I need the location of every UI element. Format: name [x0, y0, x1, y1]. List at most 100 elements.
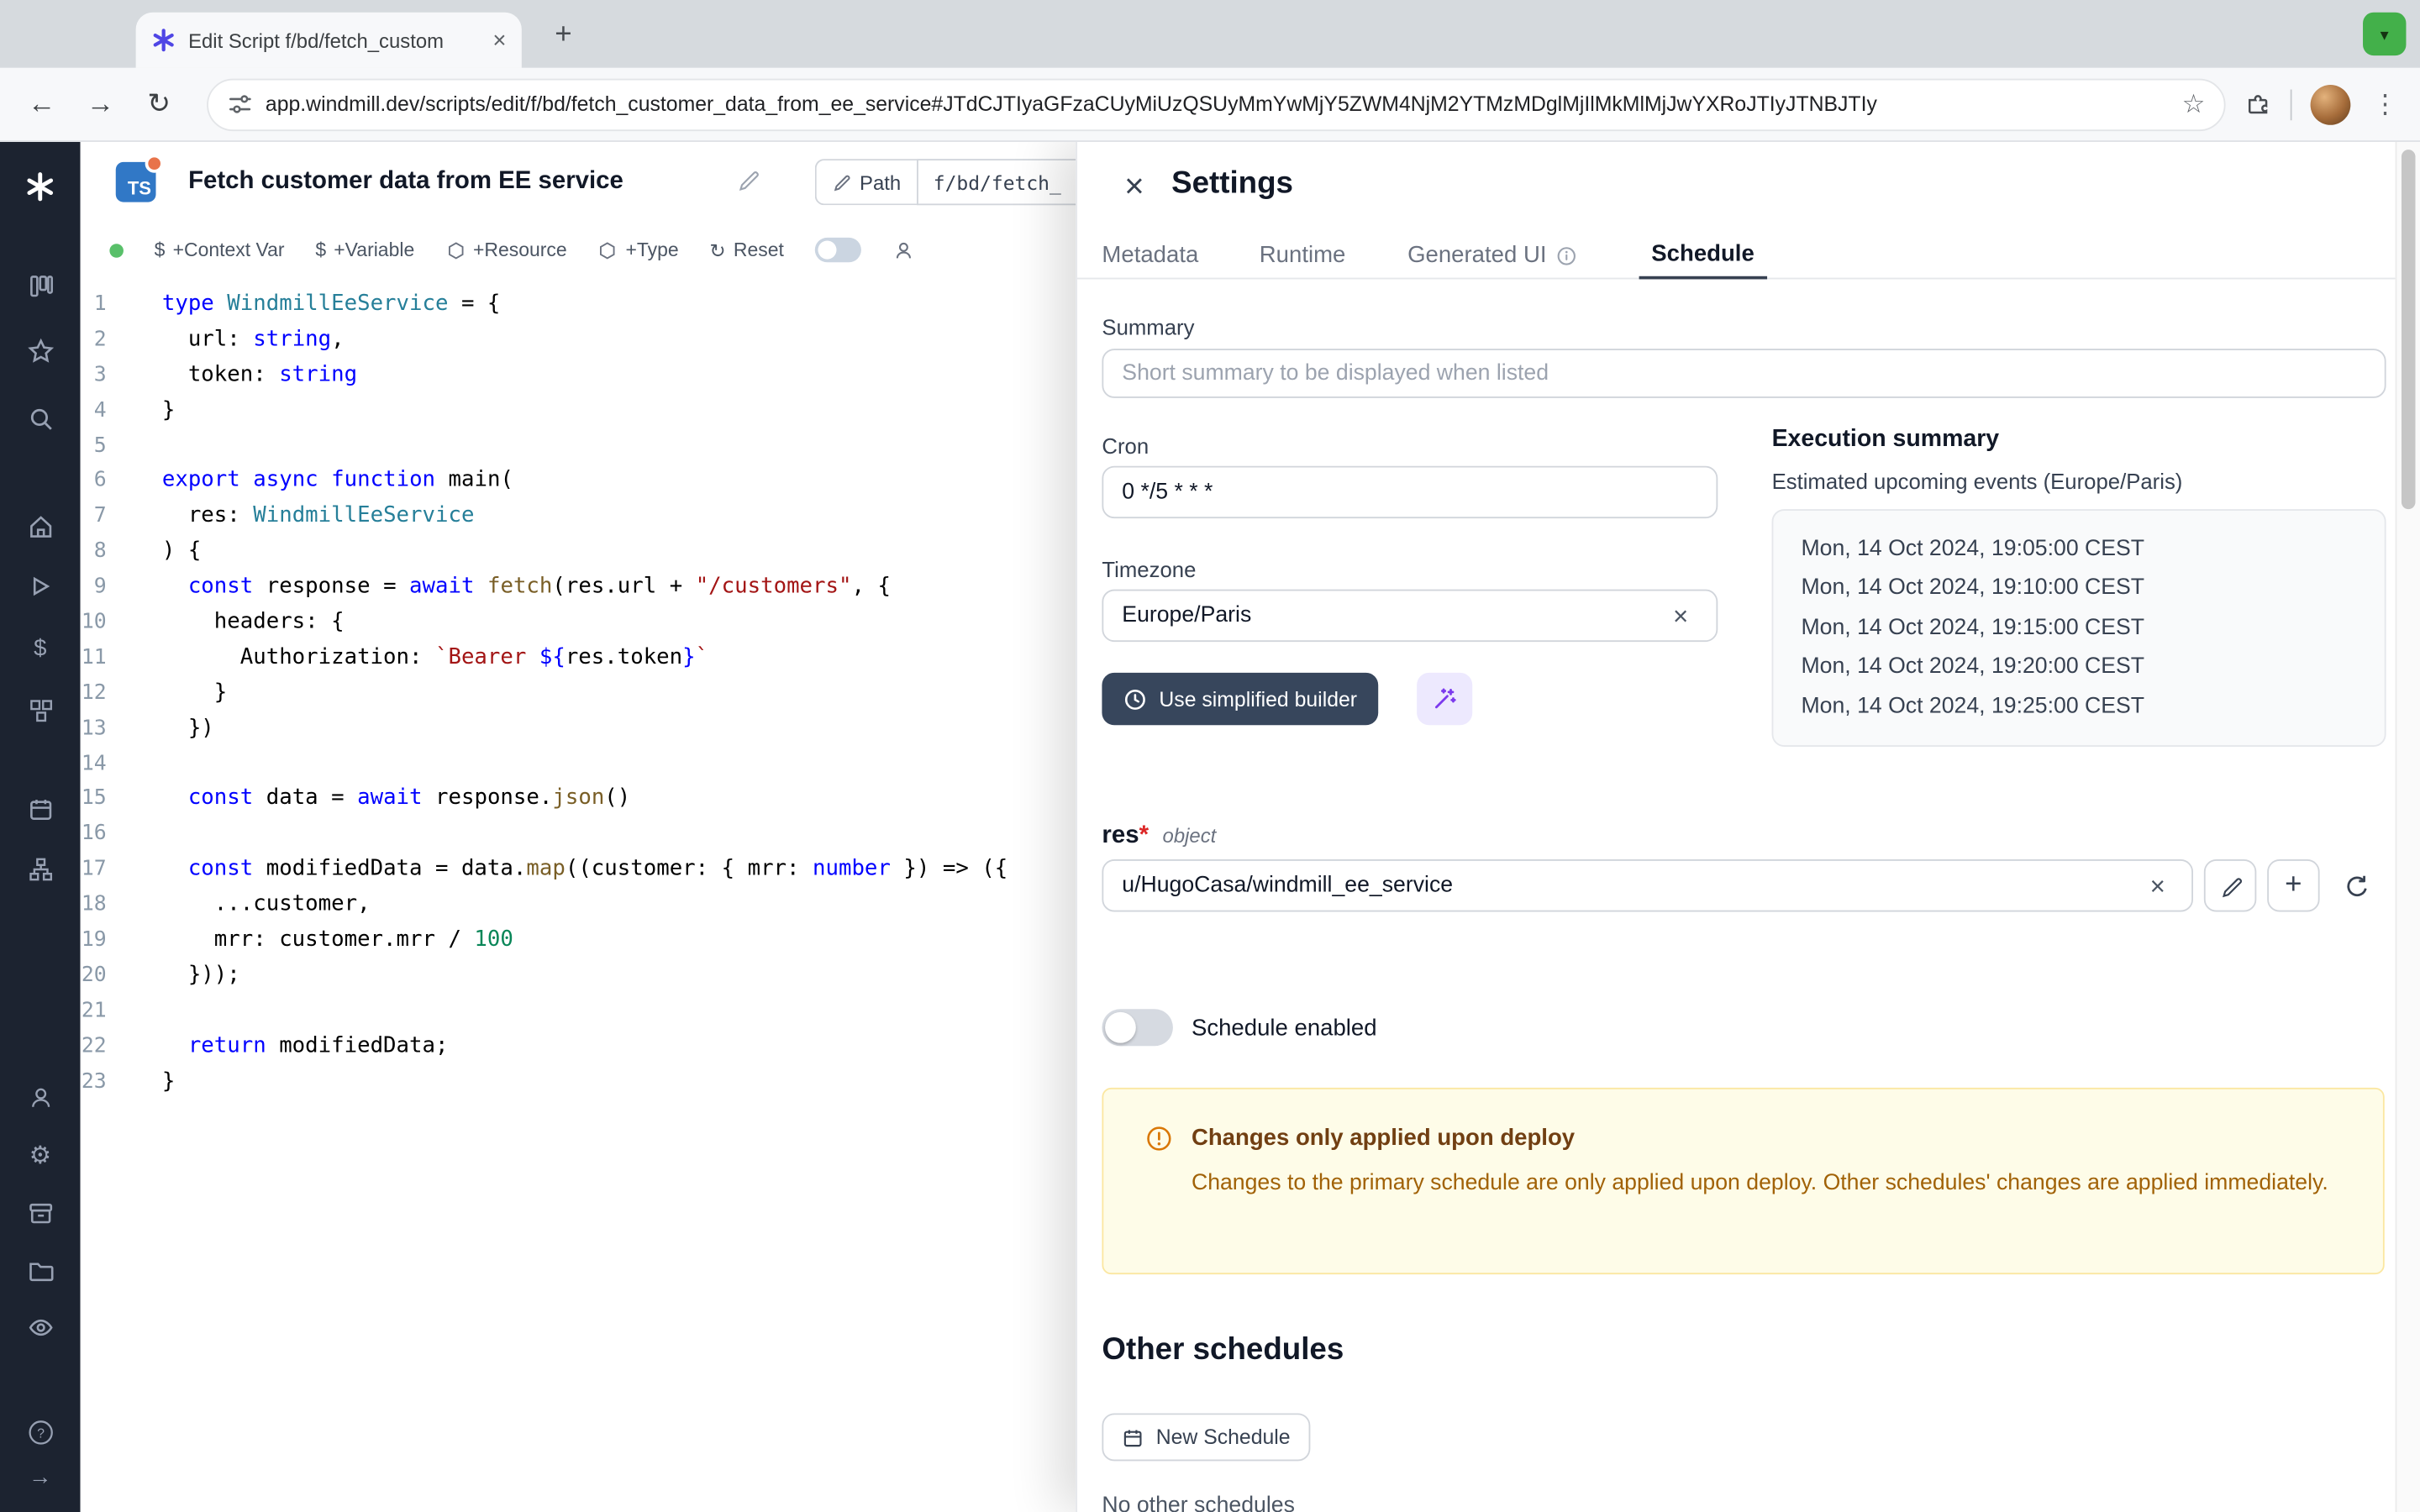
clear-resource-icon[interactable]: × [2150, 874, 2165, 900]
deploy-warning-box: Changes only applied upon deploy Changes… [1102, 1088, 2384, 1274]
resource-input[interactable] [1102, 859, 2193, 911]
url-input[interactable] [266, 92, 2170, 116]
events-list: Mon, 14 Oct 2024, 19:05:00 CEST Mon, 14 O… [1801, 531, 2356, 727]
res-field-label: res*object [1102, 822, 1216, 850]
gear-icon: ⚙ [29, 1140, 51, 1171]
add-context-var-button[interactable]: $ +Context Var [155, 239, 285, 261]
sidebar-item-settings[interactable]: ⚙ [0, 1136, 81, 1176]
hexagon-icon [445, 240, 466, 260]
edit-path-pencil-icon [832, 173, 850, 192]
page-scrollbar [2396, 142, 2420, 1512]
warning-body: Changes to the primary schedule are only… [1192, 1167, 2346, 1200]
extensions-puzzle-icon[interactable] [2244, 90, 2272, 118]
refresh-resource-button[interactable] [2330, 859, 2382, 911]
timezone-label: Timezone [1102, 557, 1196, 581]
pencil-icon [2218, 874, 2242, 898]
ai-wand-button[interactable] [1417, 673, 1472, 725]
dollar-icon: $ [34, 635, 46, 661]
editor-assistant-toggle[interactable] [815, 238, 861, 262]
back-button[interactable]: ← [13, 88, 71, 121]
browser-tabstrip: Edit Script f/bd/fetch_custom × + ▾ [0, 0, 2420, 68]
forward-button[interactable]: → [71, 88, 129, 121]
sidebar-item-home[interactable] [0, 506, 81, 546]
windmill-favicon [151, 28, 176, 52]
summary-label: Summary [1102, 315, 1194, 339]
clock-icon [1123, 687, 1147, 711]
schedule-enabled-toggle[interactable] [1102, 1009, 1172, 1046]
bookmark-star-icon[interactable]: ☆ [2182, 89, 2206, 120]
sidebar-item-variables[interactable]: $ [0, 628, 81, 669]
dollar-icon: $ [315, 239, 326, 261]
windmill-app: $ [0, 142, 2420, 1512]
event-row: Mon, 14 Oct 2024, 19:25:00 CEST [1801, 687, 2356, 727]
event-row: Mon, 14 Oct 2024, 19:20:00 CEST [1801, 648, 2356, 688]
address-bar[interactable]: ☆ [207, 78, 2225, 130]
add-resource-button-panel[interactable]: + [2267, 859, 2319, 911]
sidebar-item-help[interactable]: ? [0, 1412, 81, 1452]
tab-close-icon[interactable]: × [492, 29, 506, 52]
site-settings-icon[interactable] [227, 91, 253, 117]
sidebar-item-workers[interactable] [0, 1193, 81, 1233]
sidebar-item-folders[interactable] [0, 1250, 81, 1290]
runtime-badge-icon [145, 155, 164, 173]
sidebar-item-resources[interactable] [0, 690, 81, 730]
typescript-badge: TS [116, 162, 156, 202]
path-label: Path [860, 171, 901, 194]
timezone-input[interactable] [1102, 590, 1718, 642]
edit-title-pencil-icon[interactable] [736, 168, 760, 192]
upcoming-events-box: Mon, 14 Oct 2024, 19:05:00 CEST Mon, 14 O… [1772, 509, 2386, 747]
arrow-right-icon: → [29, 1463, 52, 1489]
edit-resource-button[interactable] [2204, 859, 2256, 911]
reload-button[interactable]: ↻ [129, 88, 188, 121]
close-settings-button[interactable]: × [1114, 166, 1155, 207]
scrollbar-thumb[interactable] [2402, 150, 2416, 509]
sidebar-item-favorites[interactable] [0, 330, 81, 370]
script-title: Fetch customer data from EE service [188, 168, 623, 196]
no-other-schedules-text: No other schedules [1102, 1494, 1294, 1512]
extension-badge[interactable]: ▾ [2363, 13, 2406, 55]
sidebar-item-account[interactable] [0, 1077, 81, 1117]
add-type-button[interactable]: +Type [597, 239, 678, 261]
new-schedule-button[interactable]: New Schedule [1102, 1413, 1310, 1461]
profile-avatar[interactable] [2311, 84, 2351, 124]
cron-label: Cron [1102, 433, 1149, 458]
cron-input[interactable] [1102, 466, 1718, 518]
add-variable-button[interactable]: $ +Variable [315, 239, 414, 261]
tab-metadata[interactable]: Metadata [1102, 232, 1198, 280]
event-row: Mon, 14 Oct 2024, 19:05:00 CEST [1801, 531, 2356, 570]
res-type-label: object [1163, 824, 1217, 848]
tab-generated-ui[interactable]: Generated UI [1407, 232, 1577, 280]
schedule-enabled-label: Schedule enabled [1192, 1016, 1377, 1042]
simplified-builder-button[interactable]: Use simplified builder [1102, 673, 1378, 725]
browser-toolbar: ← → ↻ ☆ ⋮ [0, 68, 2420, 142]
sidebar-item-schedules[interactable] [0, 789, 81, 829]
browser-menu-icon[interactable]: ⋮ [2369, 89, 2402, 120]
settings-title: Settings [1171, 166, 1293, 202]
sidebar-item-audit-logs[interactable] [0, 1307, 81, 1347]
execution-summary-subtitle: Estimated upcoming events (Europe/Paris) [1772, 469, 2183, 493]
sidebar-item-flows[interactable] [0, 848, 81, 889]
sidebar-collapse-icon[interactable]: → [0, 1457, 81, 1497]
summary-input[interactable] [1102, 349, 2386, 398]
hexagon-icon [597, 240, 618, 260]
app-sidebar: $ [0, 142, 81, 1512]
tab-title: Edit Script f/bd/fetch_custom [188, 29, 481, 52]
tab-runtime[interactable]: Runtime [1260, 232, 1346, 280]
reset-icon: ↻ [709, 239, 725, 262]
dollar-icon: $ [155, 239, 166, 261]
deploy-status-dot [109, 243, 124, 257]
windmill-logo-icon[interactable] [0, 166, 81, 207]
clear-timezone-icon[interactable]: × [1673, 603, 1688, 629]
settings-panel: × Settings Metadata Runtime Generated UI… [1076, 142, 2395, 1512]
required-asterisk: * [1139, 822, 1149, 848]
toolbar-divider [2291, 89, 2292, 120]
tab-schedule[interactable]: Schedule [1639, 232, 1767, 280]
add-resource-button[interactable]: +Resource [445, 239, 567, 261]
warning-icon [1145, 1125, 1173, 1152]
sidebar-item-search[interactable] [0, 398, 81, 438]
sidebar-item-apps[interactable] [0, 265, 81, 306]
reset-button[interactable]: ↻ Reset [709, 239, 783, 262]
sidebar-item-runs[interactable] [0, 566, 81, 606]
new-tab-button[interactable]: + [544, 15, 584, 55]
browser-tab[interactable]: Edit Script f/bd/fetch_custom × [136, 13, 522, 68]
